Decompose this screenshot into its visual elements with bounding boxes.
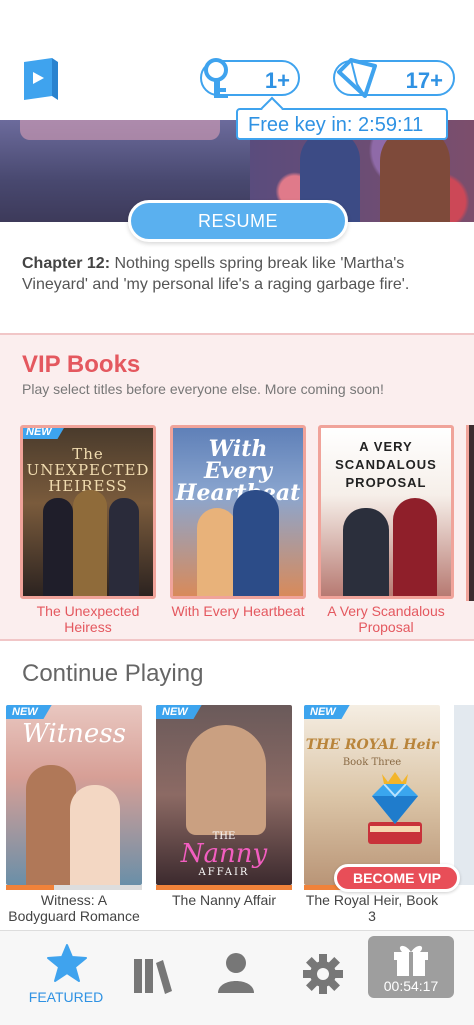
tab-profile[interactable]	[206, 939, 286, 1009]
vip-section-subtitle: Play select titles before everyone else.…	[22, 381, 384, 397]
book-title: The Unexpected Heiress	[36, 603, 140, 635]
tab-library[interactable]	[118, 939, 198, 1009]
continue-book-card[interactable]: NEW THE Nanny AFFAIR The Nanny Affair	[156, 705, 292, 908]
vip-section-title: VIP Books	[22, 351, 141, 378]
diamond-icon	[335, 58, 381, 102]
cover-title: With Every Heartbeat	[175, 436, 301, 506]
cover-title: The UNEXPECTED HEIRESS	[26, 445, 150, 495]
vip-book-card[interactable]: A VERY SCANDALOUS PROPOSAL A Very Scanda…	[318, 425, 454, 635]
progress-fill	[156, 885, 292, 890]
tab-featured[interactable]: FEATURED	[26, 939, 106, 1009]
gift-icon	[394, 945, 428, 976]
gems-count: 17+	[405, 68, 443, 93]
book-cover: NEW The UNEXPECTED HEIRESS	[20, 425, 156, 599]
cover-figure	[109, 498, 139, 596]
tab-settings[interactable]	[292, 939, 372, 1009]
gift-timer: 00:54:17	[383, 978, 439, 994]
book-cover: NEW THE Nanny AFFAIR	[156, 705, 292, 885]
vip-book-card[interactable]: With Every Heartbeat With Every Heartbea…	[170, 425, 306, 619]
book-cover: NEW Witness	[6, 705, 142, 885]
reading-progress-bar	[6, 885, 142, 890]
new-badge: NEW	[156, 705, 202, 719]
cover-figure	[73, 490, 107, 596]
keys-counter[interactable]: 1+	[200, 58, 300, 98]
star-icon	[47, 944, 87, 982]
profile-icon	[218, 953, 254, 993]
banner-title-art	[20, 120, 220, 140]
vip-book-card[interactable]: NEW The UNEXPECTED HEIRESS The Unexpecte…	[20, 425, 156, 635]
chapter-description: Chapter 12: Nothing spells spring break …	[22, 253, 452, 295]
cover-title: Nanny	[180, 839, 268, 869]
cover-figure	[70, 785, 120, 885]
reading-progress-bar	[156, 885, 292, 890]
chapter-label: Chapter 12:	[22, 255, 111, 272]
continue-book-card[interactable]: NEW Witness Witness: A Bodyguard Romance	[6, 705, 142, 924]
book-title: Witness: A Bodyguard Romance	[8, 892, 140, 924]
cover-title: THE ROYAL Heir	[305, 737, 439, 753]
book-title: The Royal Heir, Book 3	[305, 892, 439, 924]
book-title: The Nanny Affair	[171, 892, 277, 908]
new-badge: NEW	[304, 705, 350, 719]
become-vip-button[interactable]: BECOME VIP	[334, 864, 460, 892]
cover-figure	[26, 765, 76, 885]
next-book-peek[interactable]	[454, 705, 474, 885]
cover-title: A VERY SCANDALOUS PROPOSAL	[335, 439, 437, 490]
cover-figure	[197, 508, 237, 596]
continue-playing-title: Continue Playing	[22, 660, 204, 687]
cover-subtitle: AFFAIR	[198, 867, 250, 878]
free-key-tooltip: Free key in: 2:59:11	[236, 108, 448, 140]
free-key-timer: Free key in: 2:59:11	[248, 114, 424, 136]
free-gift-button[interactable]: 00:54:17	[368, 936, 454, 998]
cover-figure	[343, 508, 389, 596]
resume-button[interactable]: RESUME	[128, 200, 348, 242]
new-badge: NEW	[23, 428, 66, 439]
cover-title: Witness	[22, 719, 126, 749]
tab-featured-label: FEATURED	[28, 989, 104, 1005]
key-icon	[202, 58, 246, 102]
new-badge: NEW	[6, 705, 52, 719]
cover-subtitle: Book Three	[342, 757, 402, 768]
gear-icon	[303, 954, 343, 994]
top-bar: 1+ 17+	[0, 0, 474, 120]
vip-gem-icon	[360, 770, 430, 850]
library-icon	[134, 959, 172, 994]
next-book-peek[interactable]	[466, 425, 474, 601]
book-cover: A VERY SCANDALOUS PROPOSAL	[318, 425, 454, 599]
book-cover: With Every Heartbeat	[170, 425, 306, 599]
keys-count: 1+	[264, 68, 290, 93]
book-title: With Every Heartbeat	[171, 603, 305, 619]
vip-books-section: VIP Books Play select titles before ever…	[0, 333, 474, 641]
book-title: A Very Scandalous Proposal	[327, 603, 445, 635]
cover-figure	[186, 725, 266, 835]
banner-character	[380, 126, 450, 222]
cover-figure	[43, 498, 73, 596]
book-menu-icon[interactable]	[20, 56, 62, 102]
progress-fill	[6, 885, 54, 890]
cover-figure	[233, 490, 279, 596]
gems-counter[interactable]: 17+	[333, 58, 455, 98]
cover-figure	[393, 498, 437, 596]
